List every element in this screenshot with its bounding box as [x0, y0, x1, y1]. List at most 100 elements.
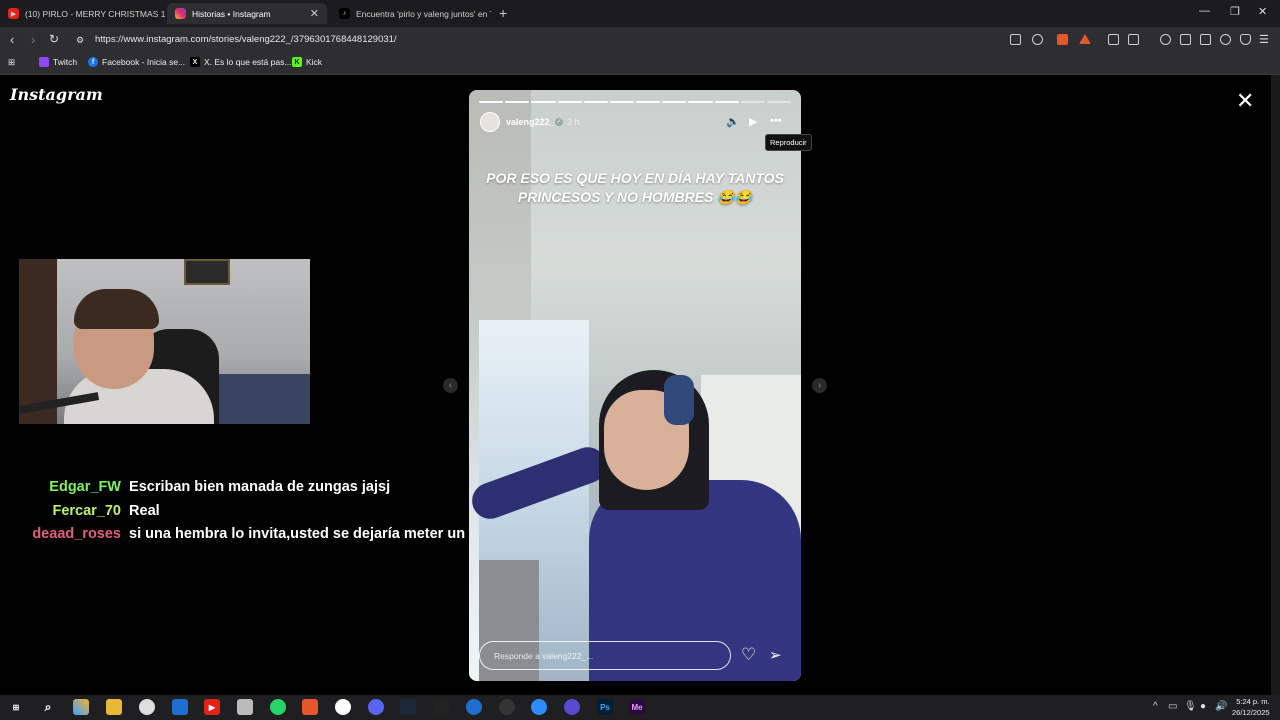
forward-icon[interactable]: ›	[31, 32, 35, 47]
sidebar-icon[interactable]	[1180, 34, 1191, 45]
chevron-up-icon[interactable]: ^	[1153, 701, 1158, 712]
reload-icon[interactable]: ↻	[49, 32, 59, 46]
verified-icon: ✓	[555, 118, 563, 126]
previous-story-button[interactable]: ‹	[443, 378, 458, 393]
kick-icon: K	[292, 57, 302, 67]
store-icon[interactable]	[172, 699, 188, 715]
more-options-icon[interactable]: •••	[770, 115, 782, 127]
app-icon[interactable]	[237, 699, 253, 715]
search-icon[interactable]: ⌕	[40, 699, 56, 715]
tiktok-icon: ♪	[339, 8, 350, 19]
play-icon[interactable]: ▶	[749, 115, 757, 128]
story-time: 3 h	[567, 117, 580, 127]
steam-icon[interactable]	[400, 699, 416, 715]
chat-username: Fercar_70	[52, 503, 121, 519]
close-story-icon[interactable]: ✕	[1236, 88, 1254, 114]
tray-icon[interactable]: ●	[1200, 701, 1206, 712]
tooltip: Reproducir	[765, 134, 812, 151]
youtube-icon: ▶	[8, 8, 19, 19]
app-icon[interactable]	[564, 699, 580, 715]
tab-tiktok[interactable]: ♪ Encuentra 'pirlo y valeng juntos' en T	[331, 3, 491, 24]
close-window-button[interactable]: ✕	[1258, 5, 1267, 18]
url-field[interactable]: https://www.instagram.com/stories/valeng…	[95, 34, 397, 45]
progress-segment	[609, 101, 635, 103]
bookmark-facebook[interactable]: f Facebook - Inicia se...	[88, 57, 185, 67]
progress-segment	[688, 101, 713, 103]
photoshop-icon[interactable]: Ps	[597, 699, 613, 715]
instagram-icon	[175, 8, 186, 19]
leo-icon[interactable]	[1220, 34, 1231, 45]
screenshot-icon[interactable]	[1128, 34, 1139, 45]
bookmark-x[interactable]: X X. Es lo que está pas...	[190, 57, 291, 67]
music-icon[interactable]	[1160, 34, 1171, 45]
scrollbar[interactable]	[1271, 75, 1280, 695]
story-username[interactable]: valeng222_	[506, 117, 555, 127]
tab-title: (10) PIRLO - MERRY CHRISTMAS 1 [F	[25, 8, 166, 19]
heart-icon[interactable]: ♡	[741, 645, 756, 665]
story-progress-bar	[479, 101, 792, 103]
close-icon[interactable]: ✕	[310, 7, 319, 20]
app-icon[interactable]	[466, 699, 482, 715]
windows-start-icon[interactable]: ⊞	[8, 699, 24, 715]
microphone-icon[interactable]: 🎙	[1184, 701, 1197, 712]
bookmark-label: Facebook - Inicia se...	[102, 57, 186, 67]
discord-icon[interactable]	[368, 699, 384, 715]
volume-icon[interactable]: 🔈	[726, 115, 740, 128]
brave-shield-icon[interactable]	[1057, 34, 1068, 45]
bookmark-kick[interactable]: K Kick	[292, 57, 322, 67]
vpn-icon[interactable]	[1240, 34, 1251, 45]
send-icon[interactable]: ➢	[769, 646, 782, 664]
tab-title: Historias • Instagram	[192, 8, 271, 19]
volume-icon[interactable]: 🔊	[1215, 701, 1227, 712]
bookmark-twitch[interactable]: Twitch	[39, 57, 77, 67]
copilot-icon[interactable]	[73, 699, 89, 715]
headphones	[664, 375, 694, 425]
avatar[interactable]	[480, 112, 500, 132]
story-caption: POR ESO ES QUE HOY EN DÍA HAY TANTOS PRI…	[486, 170, 784, 205]
progress-segment	[714, 101, 739, 103]
file-explorer-icon[interactable]	[106, 699, 122, 715]
obs-icon[interactable]	[335, 699, 351, 715]
back-icon[interactable]: ‹	[10, 32, 14, 47]
brave-rewards-icon[interactable]	[1079, 34, 1091, 44]
twitch-icon	[39, 57, 49, 67]
share-icon[interactable]	[1032, 34, 1043, 45]
next-story-button[interactable]: ›	[812, 378, 827, 393]
chat-username: deaad_roses	[32, 526, 121, 542]
tab-instagram[interactable]: Historias • Instagram ✕	[167, 3, 327, 24]
wallet-icon[interactable]	[1200, 34, 1211, 45]
bookmark-label: Kick	[306, 57, 323, 67]
tray-icon[interactable]: ▭	[1168, 701, 1177, 712]
app-icon[interactable]	[499, 699, 515, 715]
extensions-icon[interactable]	[1108, 34, 1119, 45]
story-person	[469, 370, 801, 681]
tab-youtube[interactable]: ▶ (10) PIRLO - MERRY CHRISTMAS 1 [F	[0, 3, 166, 24]
progress-segment	[583, 101, 608, 103]
site-info-icon[interactable]: ⚙	[76, 35, 84, 46]
instagram-logo[interactable]: Instagram	[10, 85, 103, 104]
chat-message: Fercar_70 Real	[10, 503, 159, 519]
progress-segment	[636, 101, 661, 103]
minimize-button[interactable]: —	[1199, 5, 1210, 17]
tab-title: Encuentra 'pirlo y valeng juntos' en T	[356, 8, 491, 19]
progress-segment	[766, 101, 792, 103]
brave-icon[interactable]	[302, 699, 318, 715]
bookmark-label: Twitch	[53, 57, 78, 67]
whatsapp-icon[interactable]	[270, 699, 286, 715]
clock[interactable]: 5:24 p. m. 26/12/2025	[1232, 696, 1270, 718]
youtube-app-icon[interactable]: ▶	[204, 699, 220, 715]
chat-text: Escriban bien manada de zungas jajsj	[129, 479, 391, 495]
zoom-icon[interactable]	[531, 699, 547, 715]
reply-placeholder: Responde a valeng222_...	[494, 651, 594, 661]
app-icon[interactable]	[139, 699, 155, 715]
tab-bar: ▶ (10) PIRLO - MERRY CHRISTMAS 1 [F Hist…	[0, 0, 1280, 27]
epic-games-icon[interactable]	[433, 699, 449, 715]
media-encoder-icon[interactable]: Me	[629, 699, 645, 715]
new-tab-button[interactable]: +	[499, 5, 507, 21]
progress-segment	[662, 101, 687, 103]
restore-button[interactable]: ❐	[1230, 5, 1240, 18]
menu-icon[interactable]: ☰	[1259, 33, 1269, 46]
apps-grid-icon[interactable]: ⊞	[8, 57, 15, 68]
picture-frame	[184, 259, 230, 285]
cast-icon[interactable]	[1010, 34, 1021, 45]
